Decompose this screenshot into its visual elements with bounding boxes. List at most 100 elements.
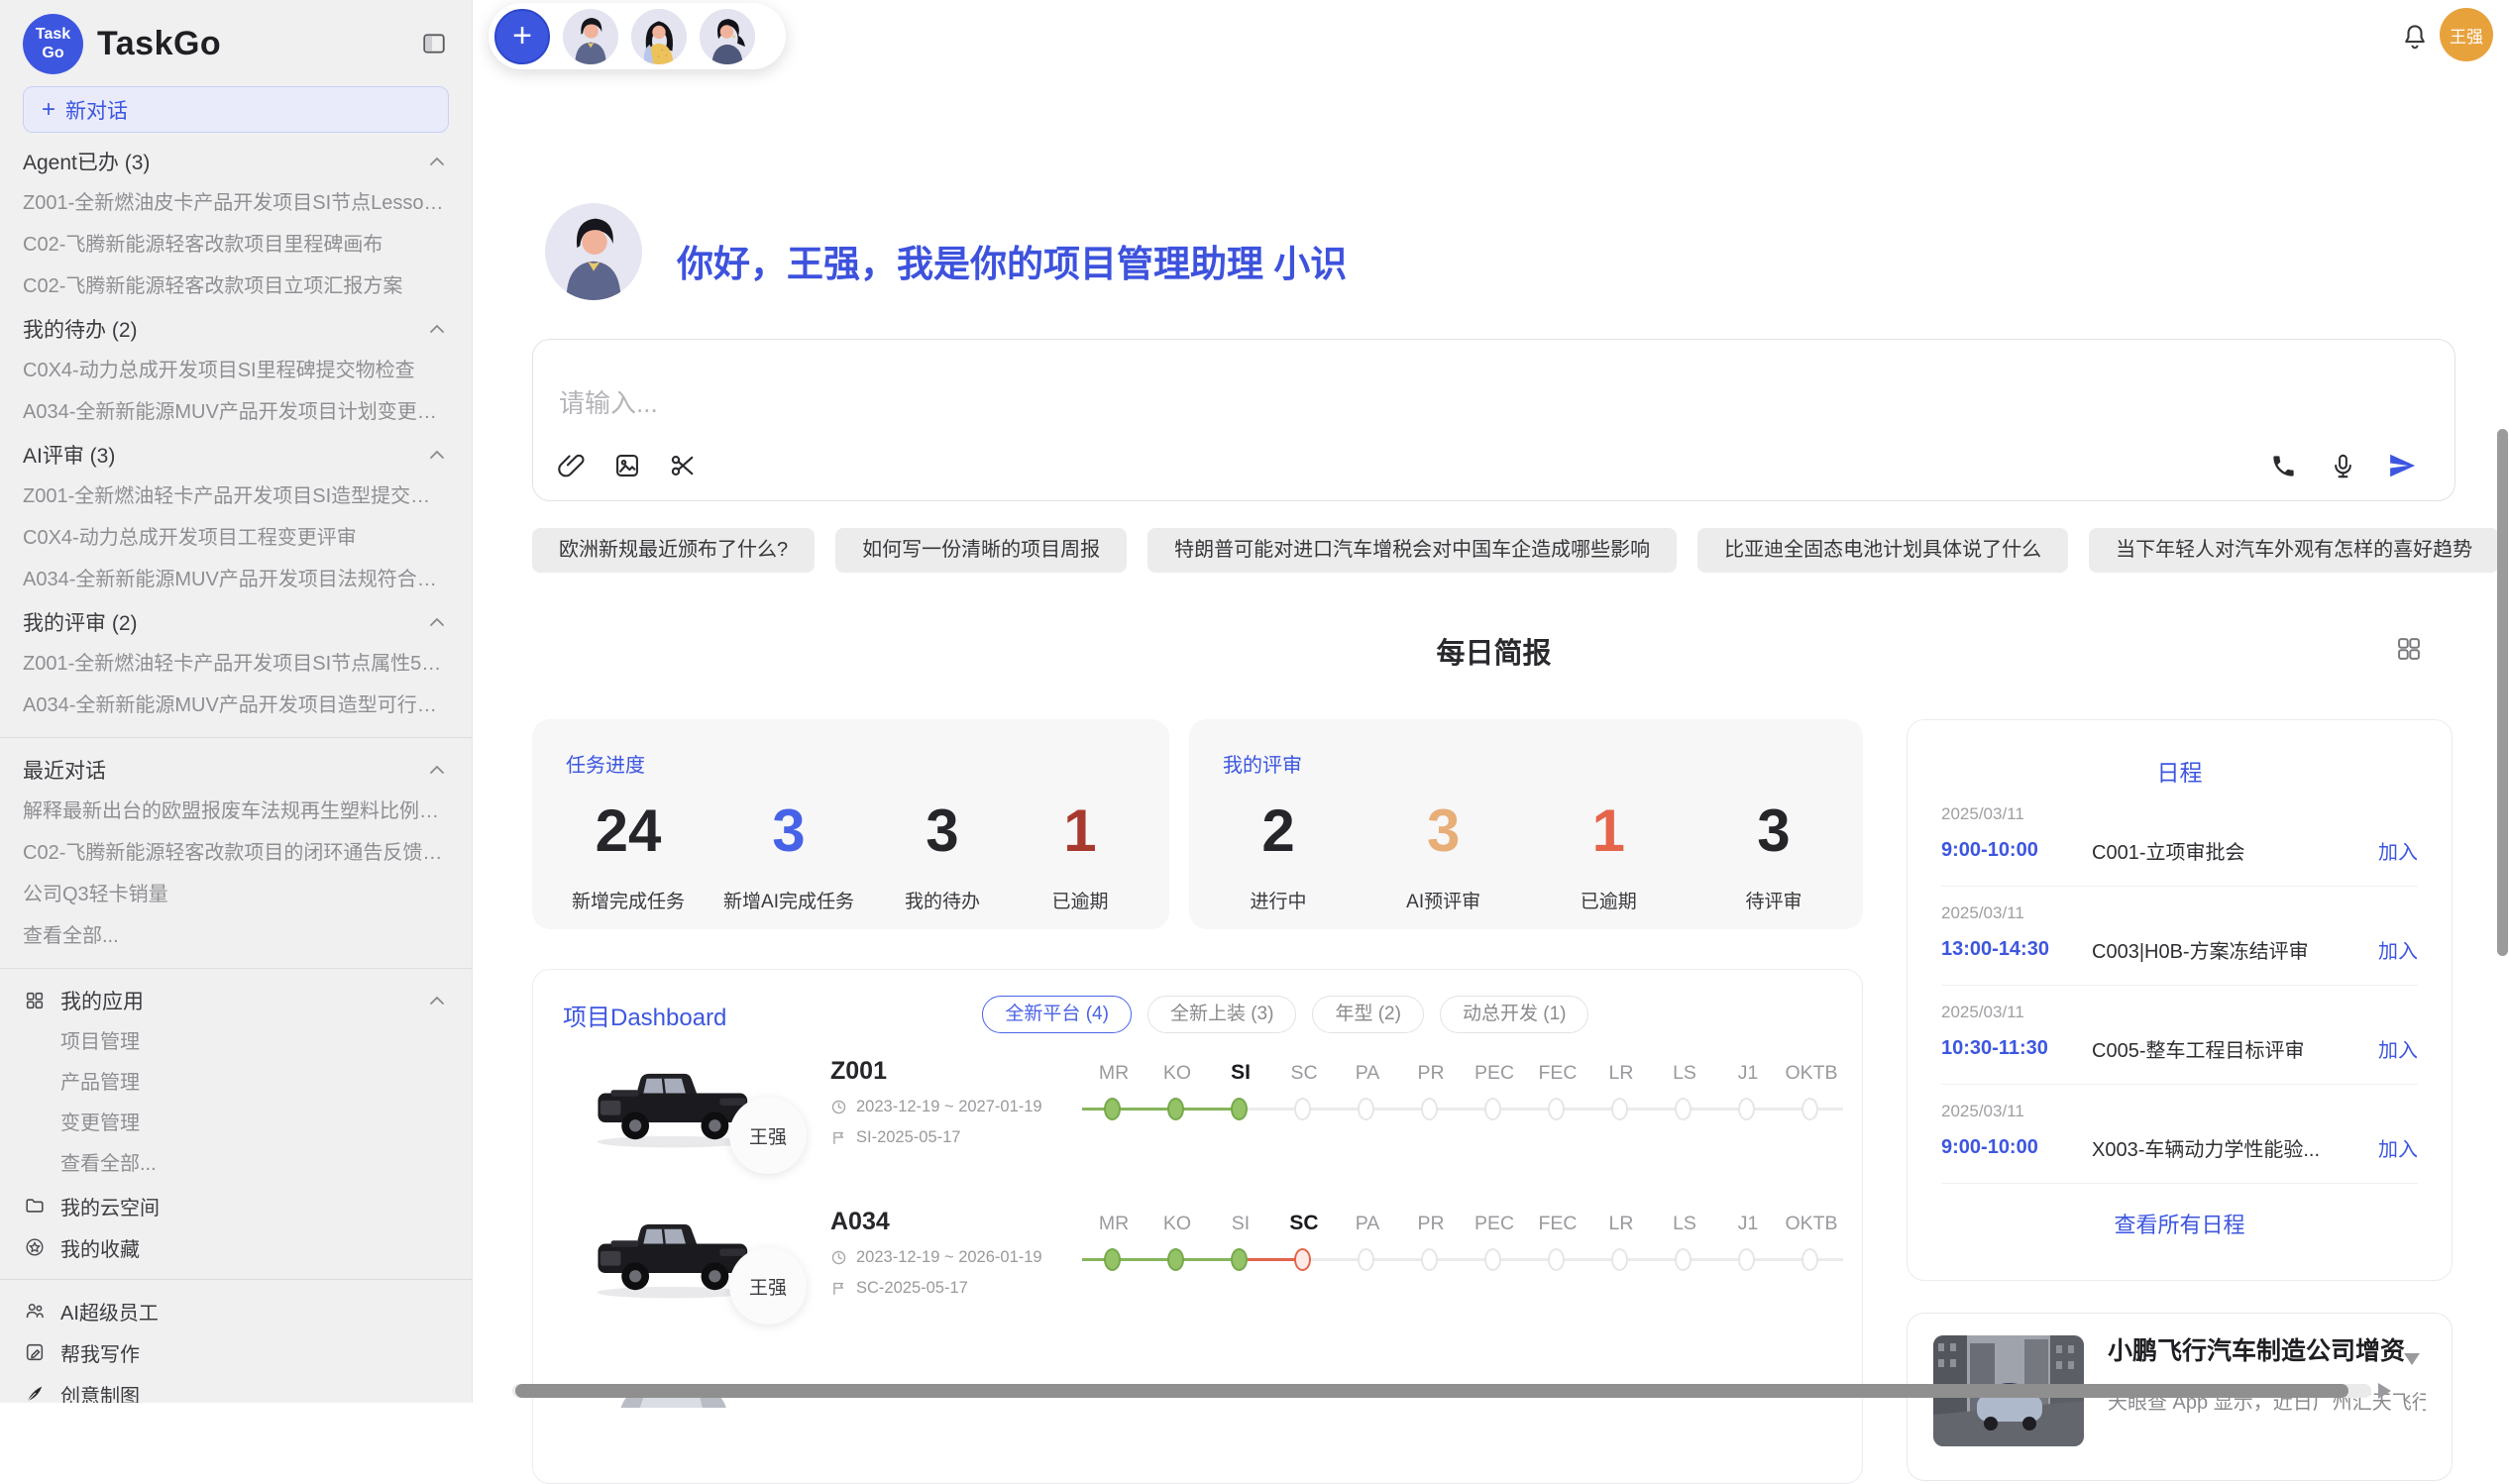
collapse-sidebar-icon[interactable] xyxy=(419,29,449,58)
sidebar-task-item[interactable]: C0X4-动力总成开发项目SI里程碑提交物检查 xyxy=(23,350,449,391)
sidebar-app-item[interactable]: 项目管理 xyxy=(23,1022,449,1063)
schedule-item: 2025/03/1110:30-11:30C005-整车工程目标评审加入 xyxy=(1941,986,2418,1085)
sidebar-tool[interactable]: 创意制图 xyxy=(23,1373,449,1403)
stat-label: AI预评审 xyxy=(1394,887,1493,913)
milestone-label: MR xyxy=(1082,1059,1145,1087)
sidebar-link[interactable]: 我的收藏 xyxy=(23,1226,449,1268)
schedule-date: 2025/03/11 xyxy=(1941,1102,2418,1121)
milestone-dot xyxy=(1611,1098,1628,1120)
view-all-apps-link[interactable]: 查看全部... xyxy=(23,1144,449,1185)
sidebar-task-item[interactable]: Z001-全新燃油皮卡产品开发项目SI节点Lesson Learn报告 xyxy=(23,182,449,224)
milestone-dot-area xyxy=(1463,1095,1526,1124)
join-meeting-link[interactable]: 加入 xyxy=(2378,935,2418,964)
sidebar-task-item[interactable]: C02-飞腾新能源轻客改款项目里程碑画布 xyxy=(23,224,449,265)
milestone-label: MR xyxy=(1082,1210,1145,1237)
sidebar-tool[interactable]: AI超级员工 xyxy=(23,1290,449,1331)
milestone-label: PA xyxy=(1336,1210,1399,1237)
sidebar-group-title: Agent已办 (3) xyxy=(23,147,150,176)
recent-conversation-item[interactable]: C02-飞腾新能源轻客改款项目的闭环通告反馈情况 xyxy=(23,832,449,874)
suggestion-chip[interactable]: 当下年轻人对汽车外观有怎样的喜好趋势 xyxy=(2089,528,2499,573)
join-meeting-link[interactable]: 加入 xyxy=(2378,836,2418,865)
view-all-conversations-link[interactable]: 查看全部... xyxy=(23,915,449,957)
suggestion-chip[interactable]: 如何写一份清晰的项目周报 xyxy=(835,528,1127,573)
avatar[interactable] xyxy=(563,9,618,64)
image-icon[interactable] xyxy=(612,451,642,480)
sidebar-task-item[interactable]: A034-全新新能源MUV产品开发项目法规符合性评审 xyxy=(23,559,449,600)
workspace-switcher: + xyxy=(489,3,786,69)
add-workspace-button[interactable]: + xyxy=(494,9,550,64)
project-code: A034 xyxy=(830,1208,1042,1236)
vertical-scrollbar-thumb[interactable] xyxy=(2497,429,2508,956)
sidebar-tool[interactable]: 帮我写作 xyxy=(23,1331,449,1373)
scissors-icon[interactable] xyxy=(668,451,698,480)
scroll-down-arrow-icon[interactable] xyxy=(2404,1353,2420,1365)
sidebar-task-item[interactable]: C02-飞腾新能源轻客改款项目立项汇报方案 xyxy=(23,265,449,307)
dashboard-tab[interactable]: 动总开发 (1) xyxy=(1440,996,1589,1033)
sidebar-task-item[interactable]: C0X4-动力总成开发项目工程变更评审 xyxy=(23,517,449,559)
avatar[interactable] xyxy=(700,9,755,64)
schedule-item-row: 10:30-11:30C005-整车工程目标评审加入 xyxy=(1941,1034,2418,1063)
dashboard-tab[interactable]: 年型 (2) xyxy=(1312,996,1424,1033)
avatar[interactable] xyxy=(631,9,687,64)
project-milestone-flag: SC-2025-05-17 xyxy=(830,1279,1042,1298)
recent-conversation-item[interactable]: 公司Q3轻卡销量 xyxy=(23,874,449,915)
join-meeting-link[interactable]: 加入 xyxy=(2378,1034,2418,1063)
stat-label: 已逾期 xyxy=(1031,887,1130,913)
suggestion-chip[interactable]: 特朗普可能对进口汽车增税会对中国车企造成哪些影响 xyxy=(1147,528,1677,573)
recent-conversation-item[interactable]: 解释最新出台的欧盟报废车法规再生塑料比例被调至15%... xyxy=(23,791,449,832)
sidebar-apps-header[interactable]: 我的应用 xyxy=(23,979,449,1022)
milestone-dot-area xyxy=(1082,1095,1145,1124)
milestone-label: J1 xyxy=(1716,1210,1780,1237)
sidebar-task-item[interactable]: Z001-全新燃油轻卡产品开发项目SI造型提交物评审 xyxy=(23,476,449,517)
milestone-label: SC xyxy=(1272,1059,1336,1087)
sidebar-recent-header[interactable]: 最近对话 xyxy=(23,748,449,791)
sidebar-group-header[interactable]: Agent已办 (3) xyxy=(23,140,449,182)
notification-bell-icon[interactable] xyxy=(2400,22,2432,53)
schedule-card: 日程 2025/03/119:00-10:00C001-立项审批会加入2025/… xyxy=(1907,719,2453,1281)
milestone: MR xyxy=(1082,1210,1145,1275)
schedule-item-row: 9:00-10:00C001-立项审批会加入 xyxy=(1941,836,2418,865)
sidebar-tool-label: AI超级员工 xyxy=(60,1297,159,1325)
join-meeting-link[interactable]: 加入 xyxy=(2378,1133,2418,1162)
user-avatar[interactable]: 王强 xyxy=(2440,8,2493,61)
milestone-dot xyxy=(1801,1248,1818,1271)
sidebar-task-item[interactable]: A034-全新新能源MUV产品开发项目造型可行性评审 xyxy=(23,685,449,726)
schedule-time: 10:30-11:30 xyxy=(1941,1037,2092,1060)
paperclip-icon[interactable] xyxy=(557,451,587,480)
layout-grid-icon[interactable] xyxy=(2395,635,2423,663)
sidebar-task-item[interactable]: A034-全新新能源MUV产品开发项目计划变更表编写 xyxy=(23,391,449,433)
new-chat-button[interactable]: + 新对话 xyxy=(23,86,449,133)
sidebar-task-item[interactable]: Z001-全新燃油轻卡产品开发项目SI节点属性5D文件评审 xyxy=(23,643,449,685)
sidebar-group-header[interactable]: 我的待办 (2) xyxy=(23,307,449,350)
milestone: LS xyxy=(1653,1210,1716,1275)
app-title: TaskGo xyxy=(97,25,221,63)
stat-label: 进行中 xyxy=(1229,887,1328,913)
photo-pencil-icon xyxy=(23,1340,47,1364)
microphone-icon[interactable] xyxy=(2328,451,2357,480)
sidebar-recent-conversations: 最近对话解释最新出台的欧盟报废车法规再生塑料比例被调至15%...C02-飞腾新… xyxy=(23,748,449,957)
sidebar-app-item[interactable]: 产品管理 xyxy=(23,1063,449,1104)
scroll-right-arrow-icon[interactable] xyxy=(2378,1383,2391,1399)
daily-brief-cards: 任务进度24新增完成任务3新增AI完成任务3我的待办1已逾期我的评审2进行中3A… xyxy=(532,719,1863,929)
send-icon[interactable] xyxy=(2387,451,2417,480)
view-all-schedule-link[interactable]: 查看所有日程 xyxy=(1941,1208,2418,1239)
sidebar-group-header[interactable]: 我的评审 (2) xyxy=(23,600,449,643)
sidebar-tool-label: 创意制图 xyxy=(60,1380,140,1404)
suggestion-chip[interactable]: 欧洲新规最近颁布了什么? xyxy=(532,528,815,573)
sidebar-group-header[interactable]: AI评审 (3) xyxy=(23,433,449,476)
phone-icon[interactable] xyxy=(2268,451,2298,480)
sidebar-app-item[interactable]: 变更管理 xyxy=(23,1104,449,1144)
message-input[interactable] xyxy=(557,387,2047,420)
milestone-dot xyxy=(1358,1248,1374,1271)
dashboard-tab[interactable]: 全新上装 (3) xyxy=(1147,996,1297,1033)
news-title: 小鹏飞行汽车制造公司增资 xyxy=(2108,1335,2426,1367)
horizontal-scrollbar-thumb[interactable] xyxy=(515,1384,2348,1398)
milestone-label: PR xyxy=(1399,1210,1463,1237)
milestone: PA xyxy=(1336,1210,1399,1275)
milestone-label: LS xyxy=(1653,1059,1716,1087)
star-circle-icon xyxy=(23,1235,47,1259)
assistant-avatar xyxy=(545,203,642,300)
dashboard-tab[interactable]: 全新平台 (4) xyxy=(982,996,1132,1033)
sidebar-link[interactable]: 我的云空间 xyxy=(23,1185,449,1226)
suggestion-chip[interactable]: 比亚迪全固态电池计划具体说了什么 xyxy=(1697,528,2068,573)
